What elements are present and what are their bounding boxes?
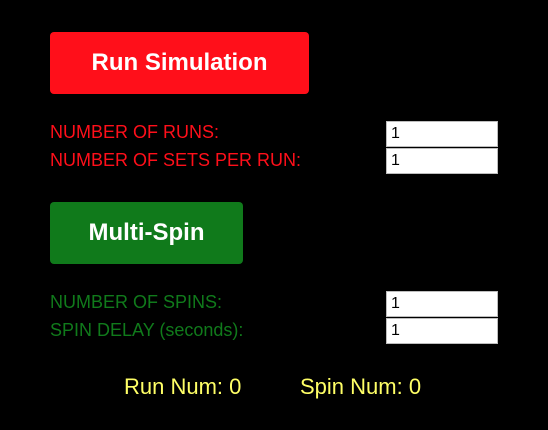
number-of-runs-input[interactable] xyxy=(386,121,498,147)
number-of-runs-label: NUMBER OF RUNS: xyxy=(50,122,220,142)
number-of-spins-input[interactable] xyxy=(386,291,498,317)
spin-num-counter: Spin Num: 0 xyxy=(300,374,422,399)
multi-spin-button[interactable]: Multi-Spin xyxy=(50,202,243,264)
number-of-sets-per-run-label: NUMBER OF SETS PER RUN: xyxy=(50,150,302,170)
spin-delay-input[interactable] xyxy=(386,318,498,344)
spin-delay-label: SPIN DELAY (seconds): xyxy=(50,320,244,340)
run-simulation-button[interactable]: Run Simulation xyxy=(50,32,309,94)
number-of-sets-per-run-input[interactable] xyxy=(386,148,498,174)
run-num-counter: Run Num: 0 xyxy=(124,374,242,399)
number-of-spins-label: NUMBER OF SPINS: xyxy=(50,292,223,312)
